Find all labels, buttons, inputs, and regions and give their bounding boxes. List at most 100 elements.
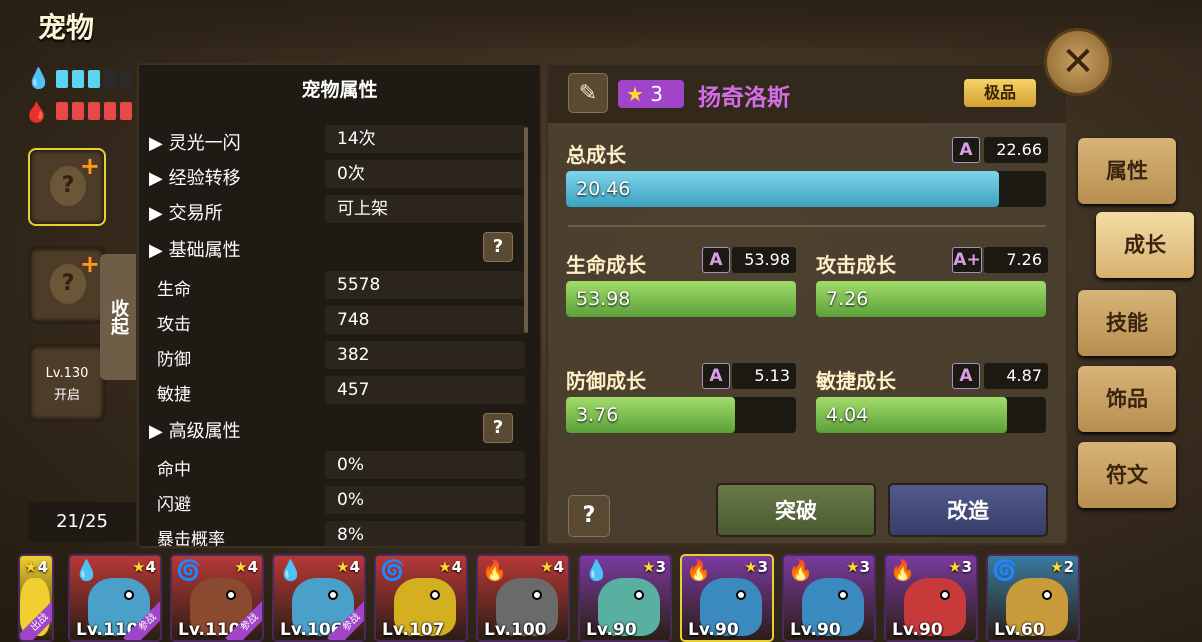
close-button[interactable]: ✕ xyxy=(1044,28,1112,96)
pet-stars: ★4 xyxy=(336,558,360,576)
pet-stars: ★4 xyxy=(24,558,48,576)
swirl-icon: 🌀 xyxy=(380,558,405,582)
pet-stars: ★4 xyxy=(438,558,462,576)
growth-panel: ✎ ★ 3 扬奇洛斯 极品 总成长 A 22.66 20.46 生命成长 A 5… xyxy=(546,63,1068,545)
pet-slot-1[interactable]: ? + xyxy=(28,148,106,226)
attr-row-agility: 敏捷 457 xyxy=(149,376,529,406)
attr-row-defense: 防御 382 xyxy=(149,341,529,371)
pet-card[interactable]: 🔥 ★3 Lv.90 xyxy=(782,554,876,642)
pet-eye xyxy=(430,590,440,600)
pet-eye xyxy=(124,590,134,600)
pet-stars: ★3 xyxy=(744,558,768,576)
pet-level: Lv.90 xyxy=(892,620,943,640)
agility-growth-bar: 4.04 xyxy=(816,397,1046,433)
advanced-attr-help-button[interactable]: ? xyxy=(483,413,513,443)
pencil-icon: ✎ xyxy=(578,81,598,106)
total-growth-value: 20.46 xyxy=(576,178,631,200)
pet-card[interactable]: 💧 ★3 Lv.90 xyxy=(578,554,672,642)
agility-growth-grade: A xyxy=(952,363,980,389)
attr-value: 457 xyxy=(325,376,525,404)
pet-card[interactable]: 🔥 ★3 Lv.90 xyxy=(884,554,978,642)
pet-count: 21/25 xyxy=(28,502,136,542)
pet-stars: ★4 xyxy=(234,558,258,576)
attr-row-attack: 攻击 748 xyxy=(149,306,529,336)
pet-stars: ★3 xyxy=(642,558,666,576)
plus-icon: + xyxy=(79,152,100,180)
pet-card[interactable]: 🌀 ★2 Lv.60 xyxy=(986,554,1080,642)
attr-row-crit: 暴击概率 8% xyxy=(149,521,529,546)
pet-name-header: ✎ ★ 3 扬奇洛斯 极品 xyxy=(548,65,1066,123)
attribute-scrollbar[interactable] xyxy=(524,127,528,333)
attribute-panel-title: 宠物属性 xyxy=(301,79,378,101)
defense-growth-label: 防御成长 xyxy=(566,369,646,393)
attr-value: 748 xyxy=(325,306,525,334)
defense-growth-bar: 3.76 xyxy=(566,397,796,433)
section-label: ▶ 高级属性 xyxy=(149,421,241,442)
hp-growth-bar: 53.98 xyxy=(566,281,796,317)
fire-drop-icon: 🔥 xyxy=(482,558,507,582)
pet-slot-3[interactable]: Lv.130 开启 xyxy=(28,344,106,422)
pet-name: 扬奇洛斯 xyxy=(698,85,790,111)
pet-eye xyxy=(226,590,236,600)
hp-growth-max: 53.98 xyxy=(732,247,796,273)
breakthrough-button[interactable]: 突破 xyxy=(716,483,876,537)
water-drop-icon: 💧 xyxy=(584,558,609,582)
page-title: 宠物 xyxy=(38,11,95,44)
star-icon: ★ xyxy=(1050,558,1064,576)
attr-value: 8% xyxy=(325,521,525,546)
collapse-button[interactable]: 收起 xyxy=(100,254,136,380)
basic-attr-header: ▶ 基础属性 ? xyxy=(149,232,529,262)
total-growth-max: 22.66 xyxy=(984,137,1048,163)
attr-value: 14次 xyxy=(325,125,525,153)
attr-value: 0% xyxy=(325,486,525,514)
star-icon: ★ xyxy=(24,558,38,576)
tab-accessories[interactable]: 饰品 xyxy=(1078,366,1176,432)
pet-slot-2[interactable]: ? + xyxy=(28,246,106,324)
pet-eye xyxy=(328,590,338,600)
pet-eye xyxy=(940,590,950,600)
close-icon: ✕ xyxy=(1061,39,1095,85)
section-label: ▶ 基础属性 xyxy=(149,240,241,261)
pet-list: ★4 出战 💧 ★4 Lv.110 参战 🌀 ★4 Lv.110 参战 💧 ★4 Lv.106 参战 🌀 ★4… xyxy=(18,554,1080,642)
star-icon: ★ xyxy=(626,82,644,106)
pet-level: Lv.100 xyxy=(484,620,547,640)
pet-stars: ★3 xyxy=(948,558,972,576)
edit-name-button[interactable]: ✎ xyxy=(568,73,608,113)
hp-growth-label: 生命成长 xyxy=(566,253,646,277)
defense-growth-value: 3.76 xyxy=(576,404,619,426)
attr-row-exp-transfer: ▶ 经验转移 0次 xyxy=(149,160,529,190)
star-icon: ★ xyxy=(438,558,452,576)
attr-row-hp: 生命 5578 xyxy=(149,271,529,301)
star-icon: ★ xyxy=(540,558,554,576)
pet-card[interactable]: 🔥 ★4 Lv.100 xyxy=(476,554,570,642)
attr-row-dodge: 闪避 0% xyxy=(149,486,529,516)
water-drop-icon: 💧 xyxy=(278,558,303,582)
attack-growth-value: 7.26 xyxy=(826,288,869,310)
attr-label: 防御 xyxy=(157,350,191,370)
tab-runes[interactable]: 符文 xyxy=(1078,442,1176,508)
attr-label: 生命 xyxy=(157,280,191,300)
tab-skills[interactable]: 技能 xyxy=(1078,290,1176,356)
pet-card[interactable]: 💧 ★4 Lv.106 参战 xyxy=(272,554,366,642)
attr-value: 382 xyxy=(325,341,525,369)
pet-card[interactable]: ★4 出战 xyxy=(18,554,54,642)
star-icon: ★ xyxy=(132,558,146,576)
reform-button[interactable]: 改造 xyxy=(888,483,1048,537)
attack-growth-max: 7.26 xyxy=(984,247,1048,273)
tab-growth[interactable]: 成长 xyxy=(1096,212,1194,278)
star-icon: ★ xyxy=(336,558,350,576)
water-bar xyxy=(56,70,136,90)
defense-growth-max: 5.13 xyxy=(732,363,796,389)
attr-value: 0% xyxy=(325,451,525,479)
attr-row-exchange: ▶ 交易所 可上架 xyxy=(149,195,529,225)
growth-help-button[interactable]: ? xyxy=(568,495,610,537)
pet-card[interactable]: 🌀 ★4 Lv.110 参战 xyxy=(170,554,264,642)
pet-card[interactable]: 🔥 ★3 Lv.90 xyxy=(680,554,774,642)
star-count: 3 xyxy=(650,82,664,106)
tab-attributes[interactable]: 属性 xyxy=(1078,138,1176,204)
pet-level: Lv.107 xyxy=(382,620,445,640)
pet-level: Lv.90 xyxy=(688,620,739,640)
pet-card[interactable]: 🌀 ★4 Lv.107 xyxy=(374,554,468,642)
pet-card[interactable]: 💧 ★4 Lv.110 参战 xyxy=(68,554,162,642)
basic-attr-help-button[interactable]: ? xyxy=(483,232,513,262)
